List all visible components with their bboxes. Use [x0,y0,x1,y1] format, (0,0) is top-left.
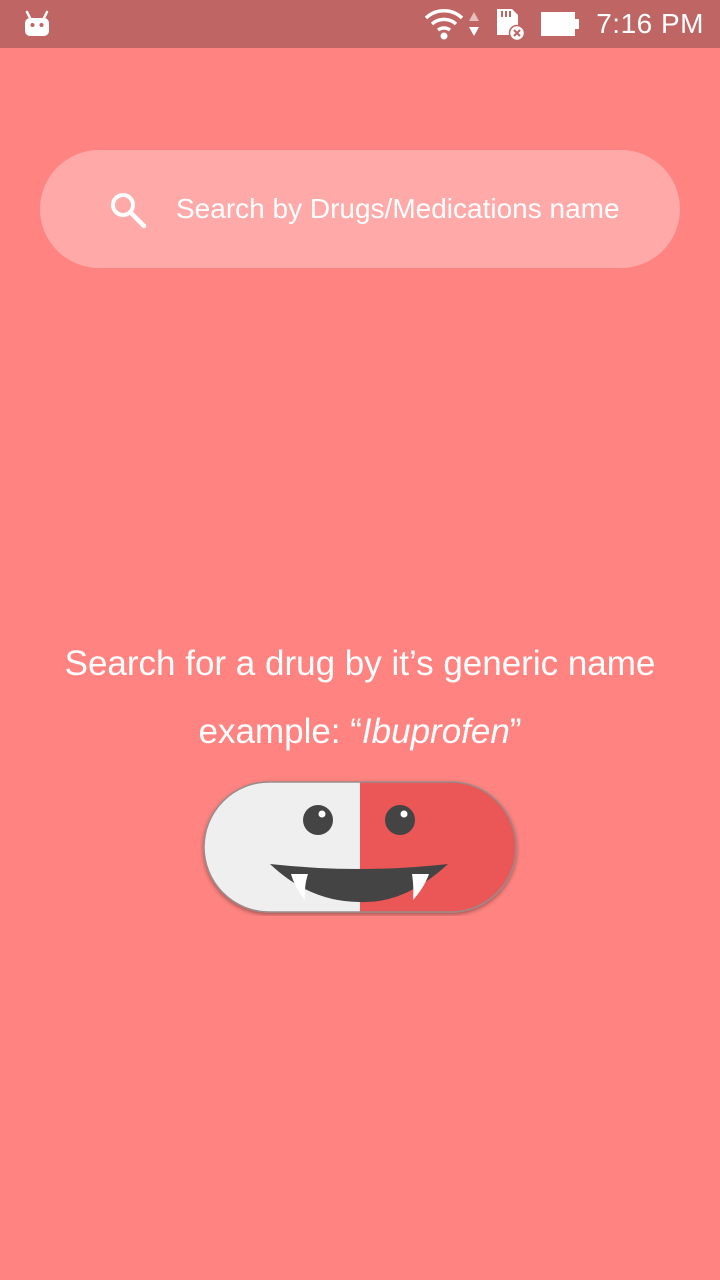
status-bar: 7:16 PM [0,0,720,48]
example-open-quote: “ [350,712,362,751]
empty-state-hint: Search for a drug by it’s generic name [64,644,656,683]
pill-mascot-icon [203,781,517,913]
example-close-quote: ” [509,712,522,751]
search-icon[interactable] [108,190,148,230]
clock: 7:16 PM [596,8,704,39]
search-input[interactable] [176,186,676,232]
sd-card-icon [497,9,526,41]
android-icon [25,10,49,36]
data-arrows-icon [469,12,480,36]
example-prefix: example: [198,712,351,751]
battery-icon [541,12,580,36]
empty-state-example: example: “Ibuprofen” [0,712,720,752]
wifi-icon [425,9,464,40]
search-bar[interactable] [40,150,680,268]
example-term: Ibuprofen [361,712,510,751]
